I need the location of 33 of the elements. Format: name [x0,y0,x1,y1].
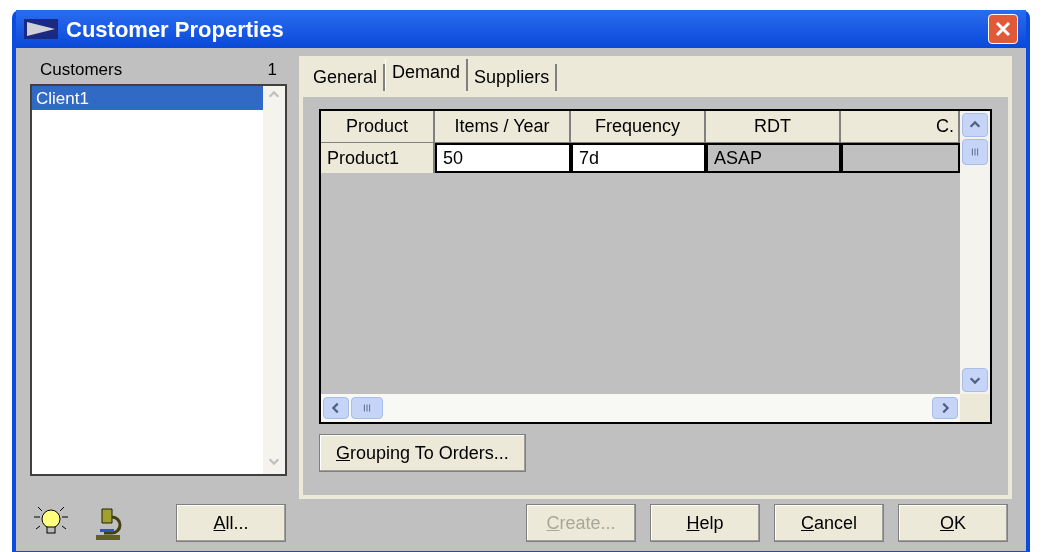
horizontal-scrollbar[interactable] [321,394,960,422]
dialog-button[interactable]: OK [898,504,1008,542]
app-logo-icon [24,19,58,39]
column-header[interactable]: Frequency [571,111,706,143]
row-header: Product1 [321,143,435,173]
scroll-thumb[interactable] [962,139,988,165]
table-cell[interactable]: 7d [571,143,706,173]
customer-list[interactable]: Client1 [30,84,287,476]
grouping-button[interactable]: Grouping To Orders... [319,434,526,472]
scroll-right-button[interactable] [932,397,958,419]
customer-count: 1 [267,59,277,82]
column-header[interactable]: C. [841,111,960,143]
all-button[interactable]: All... [176,504,286,542]
scrollbar-corner [960,394,990,422]
close-icon [995,21,1011,37]
scroll-down-button[interactable] [962,368,988,392]
scroll-thumb[interactable] [351,397,383,419]
customer-item[interactable]: Client1 [32,86,263,110]
tab[interactable]: Demand [385,59,469,91]
customers-label: Customers [40,59,123,82]
scroll-up-button[interactable] [962,113,988,137]
scroll-left-button[interactable] [323,397,349,419]
dialog-button[interactable]: Cancel [774,504,884,542]
column-header[interactable]: Product [321,111,435,143]
window-title: Customer Properties [66,15,284,44]
dialog-button[interactable]: Help [650,504,760,542]
column-header[interactable]: RDT [706,111,841,143]
column-header[interactable]: Items / Year [435,111,571,143]
vertical-scrollbar[interactable] [263,86,285,474]
table-cell: ASAP [706,143,841,173]
table-cell[interactable]: 50 [435,143,571,173]
close-button[interactable] [988,14,1018,44]
vertical-scrollbar[interactable] [960,111,990,394]
